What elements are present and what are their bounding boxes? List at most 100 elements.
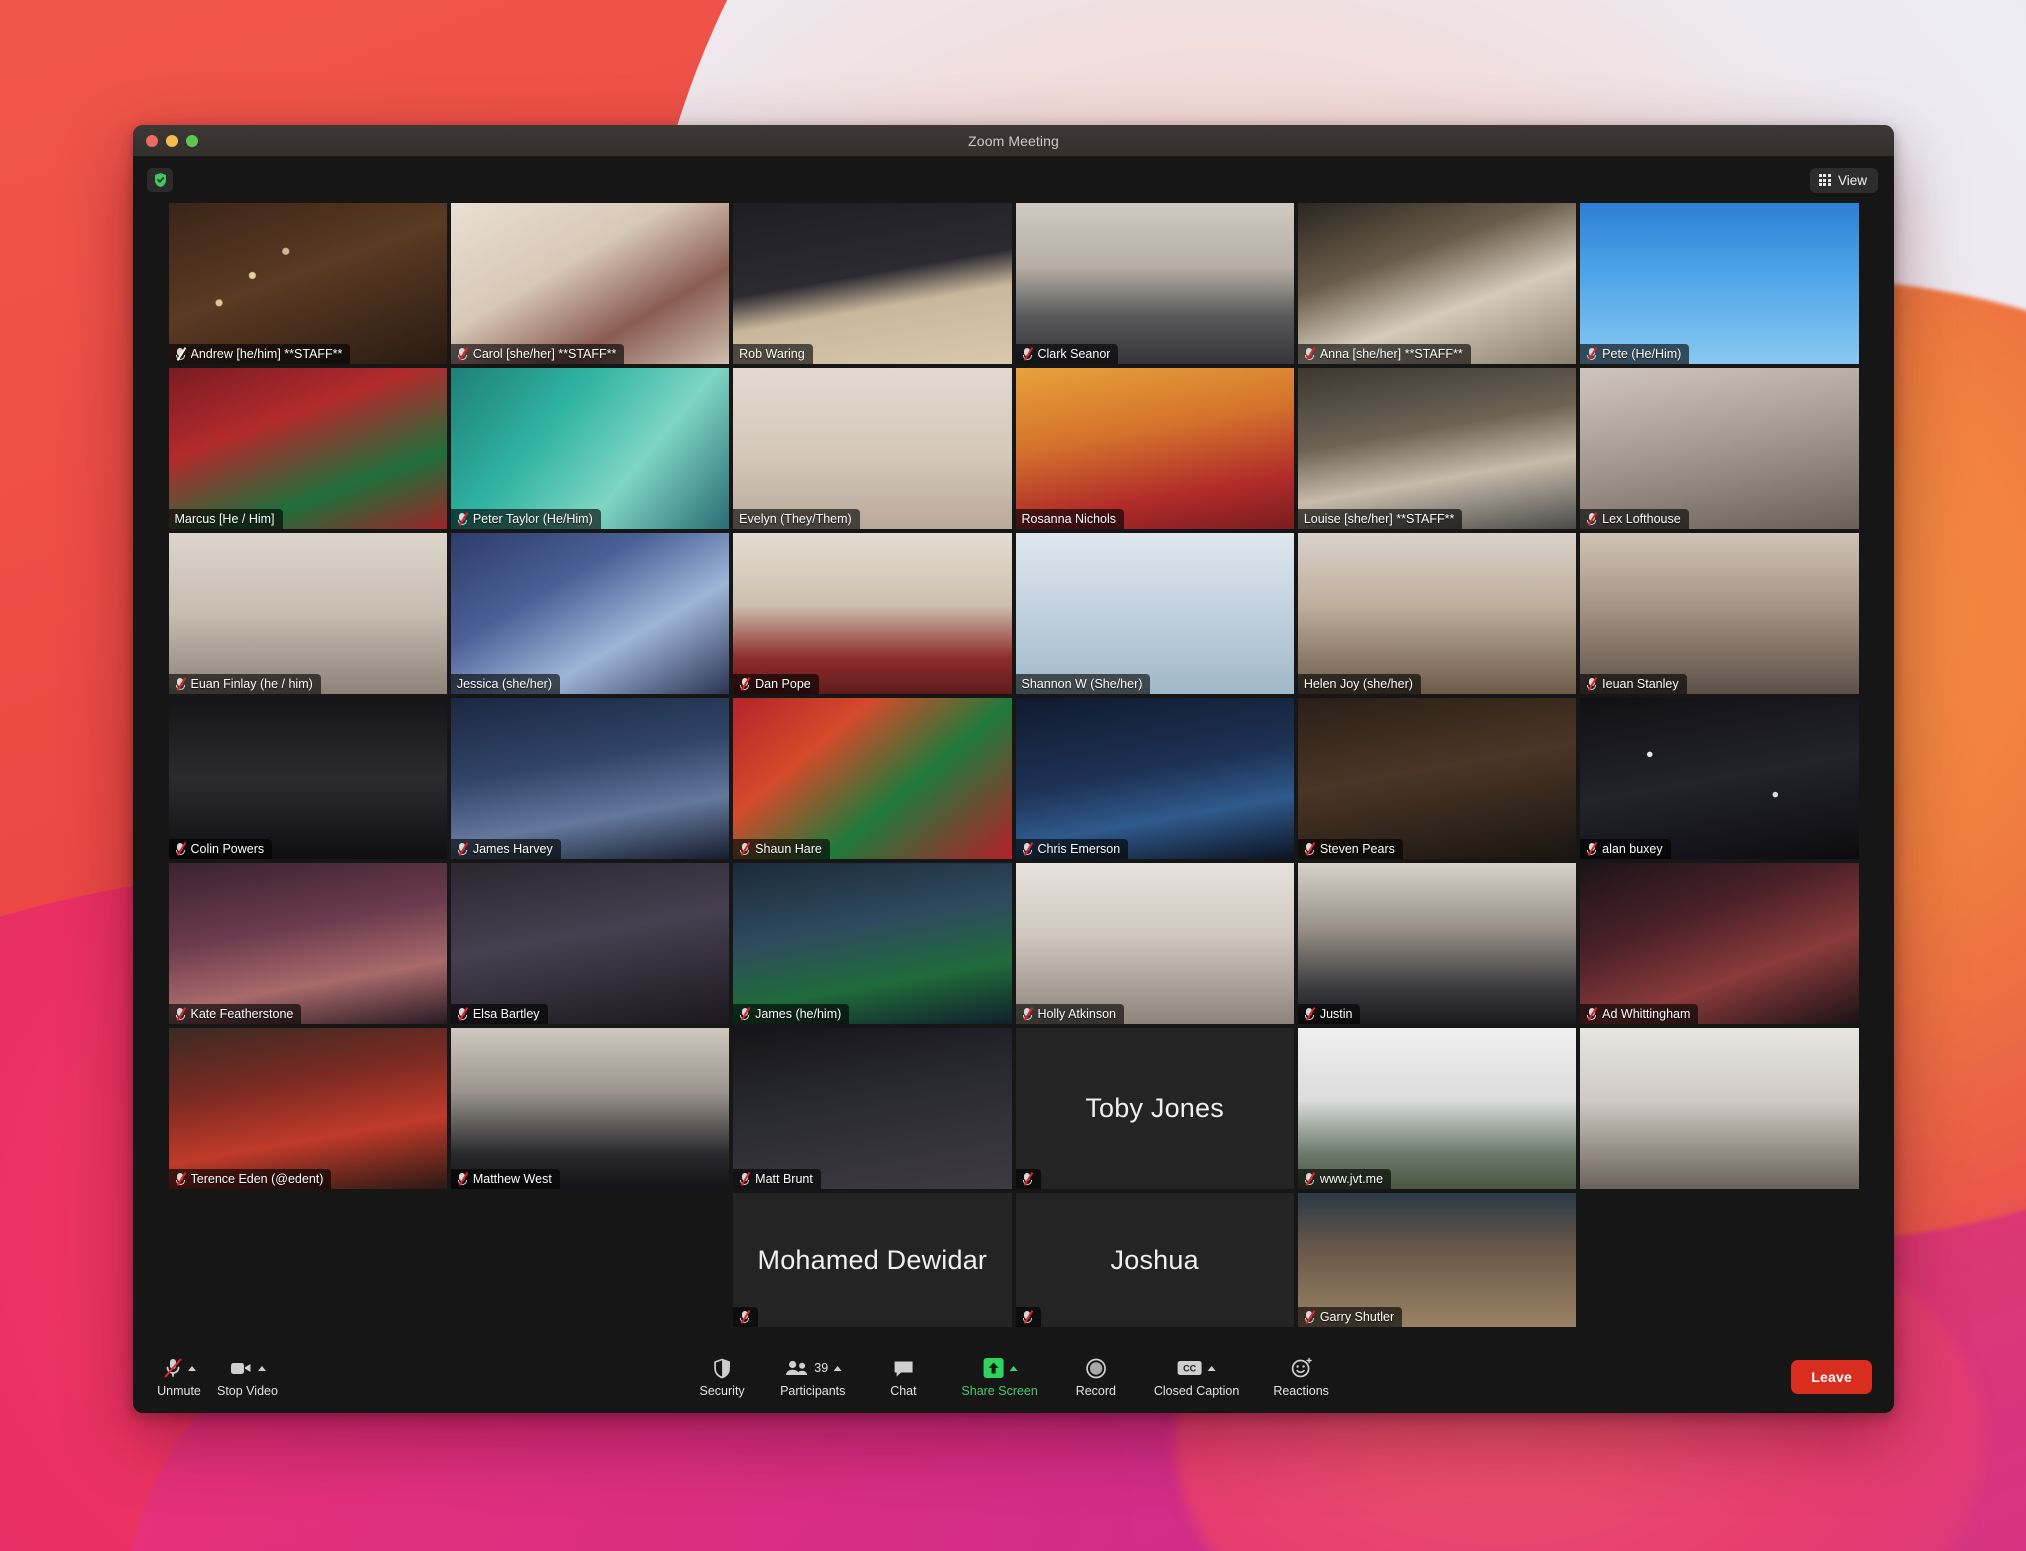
participant-tile[interactable]: Ieuan Stanley (1580, 533, 1859, 694)
participant-tile[interactable]: Anna [she/her] **STAFF** (1297, 203, 1577, 364)
participant-tile[interactable]: Shannon W (She/her) (1015, 533, 1294, 694)
participant-tile[interactable]: Justin (1297, 863, 1577, 1024)
participant-nametag: Evelyn (They/Them) (733, 509, 860, 529)
view-button[interactable]: View (1809, 167, 1878, 193)
participant-tile[interactable]: James (he/him) (733, 863, 1012, 1024)
participant-tile[interactable]: alan buxey (1580, 698, 1859, 859)
participant-name-label: Andrew [he/him] **STAFF** (190, 347, 343, 361)
participant-name-label: Rob Waring (739, 347, 805, 361)
participant-tile[interactable]: Shaun Hare (733, 698, 1012, 859)
microphone-muted-icon (1022, 347, 1033, 361)
leave-meeting-button[interactable]: Leave (1791, 1360, 1872, 1394)
microphone-muted-icon (457, 1007, 469, 1021)
video-options-caret-icon[interactable] (257, 1365, 266, 1371)
window-titlebar[interactable]: Zoom Meeting (133, 125, 1894, 157)
participant-video-feed (1297, 203, 1577, 364)
participant-tile[interactable]: Matt Brunt (733, 1028, 1012, 1189)
participant-tile[interactable]: Evelyn (They/Them) (733, 368, 1012, 529)
participant-tile[interactable]: Jessica (she/her) (450, 533, 730, 694)
participant-tile[interactable]: Rob Waring (733, 203, 1012, 364)
reactions-button[interactable]: Reactions (1273, 1356, 1329, 1398)
participant-nametag: Jessica (she/her) (450, 674, 561, 694)
microphone-muted-icon (1586, 347, 1598, 361)
microphone-muted-icon (739, 1007, 751, 1021)
reactions-button-label: Reactions (1273, 1384, 1329, 1398)
stop-video-button[interactable]: Stop Video (217, 1356, 278, 1398)
microphone-muted-icon (457, 842, 469, 856)
closed-caption-button[interactable]: CC Closed Caption (1154, 1356, 1239, 1398)
shield-check-icon[interactable] (147, 168, 173, 192)
participant-name-label: Justin (1319, 1007, 1353, 1021)
participant-tile[interactable]: Matthew West (450, 1028, 730, 1189)
participant-nametag: Andrew [he/him] **STAFF** (168, 344, 351, 364)
participant-tile[interactable] (1580, 1028, 1859, 1189)
participants-button[interactable]: 39 Participants (780, 1356, 845, 1398)
participant-tile[interactable]: Rosanna Nichols (1015, 368, 1294, 529)
participant-tile[interactable]: Carol [she/her] **STAFF** (450, 203, 730, 364)
participant-name-label: Lex Lofthouse (1602, 512, 1681, 526)
participant-tile[interactable]: James Harvey (450, 698, 730, 859)
participant-video-feed (1580, 1028, 1859, 1189)
participants-caret-icon[interactable] (833, 1365, 842, 1371)
participant-tile[interactable]: Joshua (1015, 1193, 1294, 1327)
participant-name-label: Kate Featherstone (190, 1007, 294, 1021)
participant-tile[interactable]: www.jvt.me (1297, 1028, 1577, 1189)
participant-nametag: Marcus [He / Him] (168, 509, 283, 529)
participant-tile[interactable]: Peter Taylor (He/Him) (450, 368, 730, 529)
participant-tile[interactable]: Lex Lofthouse (1580, 368, 1859, 529)
microphone-muted-icon (175, 1172, 186, 1186)
share-screen-button[interactable]: Share Screen (961, 1356, 1038, 1398)
participant-tile[interactable]: Holly Atkinson (1015, 863, 1294, 1024)
unmute-button-label: Unmute (157, 1384, 201, 1398)
smiley-icon (1290, 1357, 1312, 1379)
participant-tile[interactable]: Elsa Bartley (450, 863, 730, 1024)
record-button[interactable]: Record (1072, 1356, 1120, 1398)
participant-nametag: Kate Featherstone (168, 1004, 302, 1024)
participant-tile[interactable]: Euan Finlay (he / him) (168, 533, 447, 694)
security-button[interactable]: Security (698, 1356, 746, 1398)
participant-video-feed (1297, 698, 1577, 859)
participant-nametag: Lex Lofthouse (1580, 509, 1689, 529)
participant-tile[interactable]: Ad Whittingham (1580, 863, 1859, 1024)
participant-tile[interactable]: Pete (He/Him) (1580, 203, 1859, 364)
closed-caption-caret-icon[interactable] (1208, 1365, 1217, 1371)
participants-count: 39 (814, 1361, 829, 1375)
participant-video-feed (1580, 203, 1859, 364)
participant-tile[interactable]: Dan Pope (733, 533, 1012, 694)
participant-tile[interactable]: Marcus [He / Him] (168, 368, 447, 529)
participant-nametag: Justin (1297, 1004, 1361, 1024)
participant-tile[interactable]: Andrew [he/him] **STAFF** (168, 203, 447, 364)
participant-tile[interactable]: Terence Eden (@edent) (168, 1028, 447, 1189)
participant-tile[interactable]: Chris Emerson (1015, 698, 1294, 859)
participant-nametag: Steven Pears (1297, 839, 1403, 859)
grid-spacer (169, 1331, 447, 1341)
participant-name-label: Shannon W (She/her) (1021, 677, 1143, 691)
record-button-label: Record (1075, 1384, 1116, 1398)
participant-video-feed (168, 533, 447, 694)
participant-tile[interactable]: Mohamed Dewidar (733, 1193, 1012, 1327)
participant-name-label: www.jvt.me (1319, 1172, 1384, 1186)
participant-nametag: www.jvt.me (1297, 1169, 1392, 1189)
participant-tile[interactable]: Helen Joy (she/her) (1297, 533, 1577, 694)
participant-video-feed (1580, 863, 1859, 1024)
participant-tile[interactable]: Kate Featherstone (168, 863, 447, 1024)
unmute-button[interactable]: Unmute (155, 1356, 203, 1398)
participant-tile[interactable]: Clark Seanor (1015, 203, 1294, 364)
microphone-muted-icon (739, 1172, 751, 1186)
share-screen-caret-icon[interactable] (1009, 1365, 1018, 1371)
microphone-muted-icon (1022, 1172, 1033, 1186)
participant-name-label: Matthew West (472, 1172, 552, 1186)
participant-video-feed (1297, 368, 1577, 529)
participant-name-label: Garry Shutler (1319, 1310, 1395, 1324)
participant-tile[interactable]: Garry Shutler (1297, 1193, 1577, 1327)
participant-tile[interactable]: Louise [she/her] **STAFF** (1297, 368, 1577, 529)
participant-video-feed (1580, 533, 1859, 694)
participant-tile[interactable]: Colin Powers (168, 698, 447, 859)
participant-tile[interactable]: Toby Jones (1015, 1028, 1294, 1189)
chat-button[interactable]: Chat (879, 1356, 927, 1398)
participant-nametag: Louise [she/her] **STAFF** (1297, 509, 1463, 529)
audio-options-caret-icon[interactable] (187, 1365, 196, 1371)
participant-tile[interactable]: Steven Pears (1297, 698, 1577, 859)
grid-icon (1818, 174, 1831, 186)
participant-name-label: Rosanna Nichols (1021, 512, 1117, 526)
